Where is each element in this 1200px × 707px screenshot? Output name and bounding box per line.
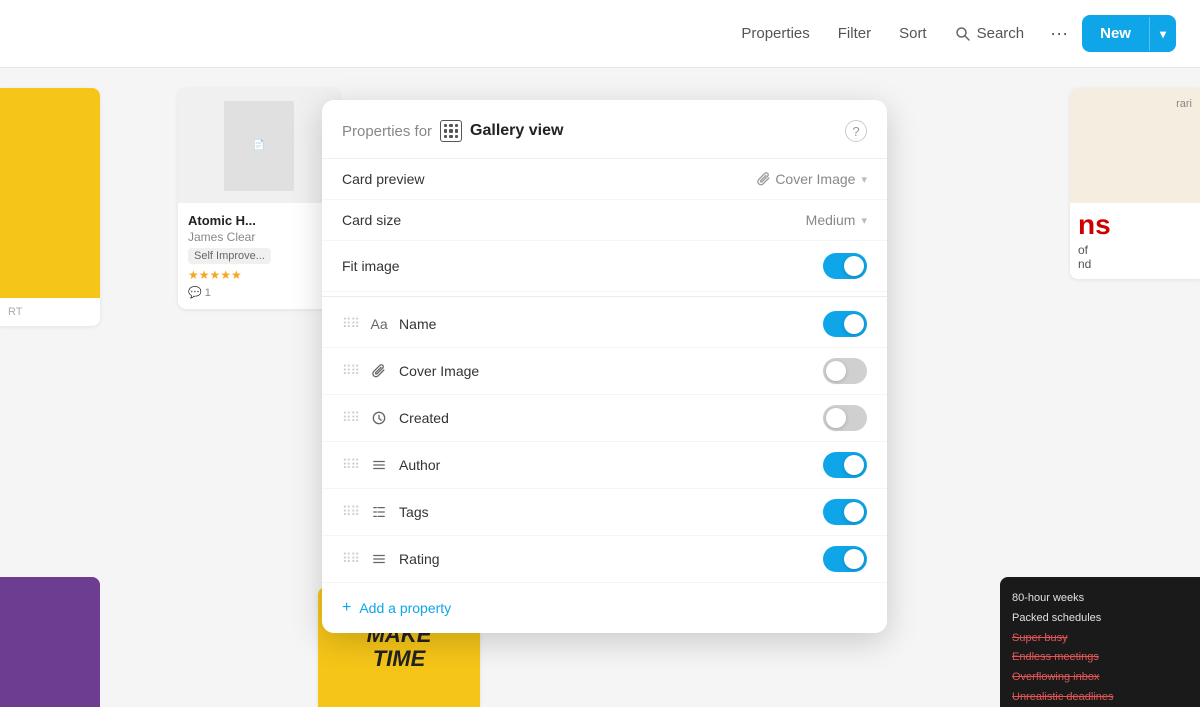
add-property-plus-icon: + [342, 599, 351, 617]
gallery-card-partial-right1: rari ns of nd [1070, 88, 1200, 279]
gallery-card-atomic[interactable]: 📄 Atomic H... James Clear Self Improve..… [178, 88, 340, 309]
prop-row-author: ⠿⠿ Author [322, 442, 887, 489]
fit-image-row: Fit image [322, 241, 887, 292]
filter-button[interactable]: Filter [826, 17, 883, 50]
created-type-icon [367, 406, 391, 430]
cover-image-toggle[interactable] [823, 358, 867, 384]
gallery-card-partial-bottom-left [0, 577, 100, 707]
sort-label: Sort [899, 25, 927, 42]
new-chevron-icon[interactable]: ▾ [1149, 17, 1176, 51]
author-type-icon [367, 453, 391, 477]
card-stars: ★★★★★ [188, 268, 330, 282]
add-property-label: Add a property [359, 600, 451, 616]
prop-label-name: Name [399, 316, 815, 332]
card-title: Atomic H... [188, 213, 330, 228]
fit-image-label: Fit image [342, 258, 400, 274]
more-button[interactable]: ··· [1040, 15, 1078, 52]
drag-handle-name[interactable]: ⠿⠿ [342, 316, 359, 332]
cover-type-icon [367, 359, 391, 383]
panel-title: Gallery view [470, 122, 563, 140]
created-toggle[interactable] [823, 405, 867, 431]
search-button[interactable]: Search [943, 17, 1037, 50]
tags-toggle[interactable] [823, 499, 867, 525]
search-icon [955, 26, 971, 42]
card-size-row[interactable]: Card size Medium ▾ [322, 200, 887, 241]
prop-label-author: Author [399, 457, 815, 473]
author-toggle-knob [844, 455, 864, 475]
panel-divider [322, 296, 887, 297]
gallery-card-partial-left: RT [0, 88, 100, 326]
properties-label: Properties [741, 25, 809, 42]
drag-handle-tags[interactable]: ⠿⠿ [342, 504, 359, 520]
new-label: New [1082, 15, 1149, 52]
name-type-icon: Aa [367, 312, 391, 336]
tags-type-icon [367, 500, 391, 524]
cover-image-toggle-knob [826, 361, 846, 381]
tags-toggle-knob [844, 502, 864, 522]
sort-button[interactable]: Sort [887, 17, 939, 50]
help-button[interactable]: ? [845, 120, 867, 142]
new-button[interactable]: New ▾ [1082, 15, 1176, 52]
card-size-label: Card size [342, 212, 401, 228]
gallery-card-partial-bottom-right: 80-hour weeks Packed schedules Super bus… [1000, 577, 1200, 707]
card-preview-value: Cover Image [775, 171, 855, 187]
prop-row-rating: ⠿⠿ Rating [322, 536, 887, 583]
help-icon: ? [852, 124, 859, 139]
drag-handle-author[interactable]: ⠿⠿ [342, 457, 359, 473]
name-toggle-knob [844, 314, 864, 334]
gallery-view-icon [440, 120, 462, 142]
prop-label-rating: Rating [399, 551, 815, 567]
author-toggle[interactable] [823, 452, 867, 478]
prop-row-created: ⠿⠿ Created [322, 395, 887, 442]
created-toggle-knob [826, 408, 846, 428]
fit-image-toggle[interactable] [823, 253, 867, 279]
panel-header: Properties for Gallery view ? [322, 100, 887, 159]
prop-row-name: ⠿⠿ Aa Name [322, 301, 887, 348]
filter-label: Filter [838, 25, 871, 42]
panel-for-label: Properties for [342, 123, 432, 140]
prop-label-tags: Tags [399, 504, 815, 520]
drag-handle-created[interactable]: ⠿⠿ [342, 410, 359, 426]
prop-row-cover-image: ⠿⠿ Cover Image [322, 348, 887, 395]
prop-row-tags: ⠿⠿ Tags [322, 489, 887, 536]
rating-type-icon [367, 547, 391, 571]
card-comment: 💬 1 [188, 286, 330, 299]
more-icon: ··· [1050, 23, 1068, 43]
paperclip-icon [757, 172, 771, 186]
card-size-value-container[interactable]: Medium ▾ [806, 212, 867, 228]
card-size-chevron-icon[interactable]: ▾ [861, 214, 867, 227]
properties-panel: Properties for Gallery view ? Card previ… [322, 100, 887, 633]
fit-image-toggle-knob [844, 256, 864, 276]
properties-button[interactable]: Properties [729, 17, 821, 50]
add-property-button[interactable]: + Add a property [322, 583, 887, 633]
prop-label-created: Created [399, 410, 815, 426]
rating-toggle-knob [844, 549, 864, 569]
card-preview-row[interactable]: Card preview Cover Image ▾ [322, 159, 887, 200]
card-size-value: Medium [806, 212, 856, 228]
card-tag: Self Improve... [188, 248, 271, 264]
toolbar: Properties Filter Sort Search ··· New ▾ [0, 0, 1200, 68]
prop-label-cover-image: Cover Image [399, 363, 815, 379]
rating-toggle[interactable] [823, 546, 867, 572]
search-label: Search [977, 25, 1025, 42]
card-subtitle: James Clear [188, 230, 330, 244]
card-preview-value-container[interactable]: Cover Image ▾ [757, 171, 867, 187]
panel-header-left: Properties for Gallery view [342, 120, 563, 142]
card-preview-label: Card preview [342, 171, 424, 187]
drag-handle-cover[interactable]: ⠿⠿ [342, 363, 359, 379]
name-toggle[interactable] [823, 311, 867, 337]
card-preview-chevron-icon[interactable]: ▾ [861, 173, 867, 186]
drag-handle-rating[interactable]: ⠿⠿ [342, 551, 359, 567]
